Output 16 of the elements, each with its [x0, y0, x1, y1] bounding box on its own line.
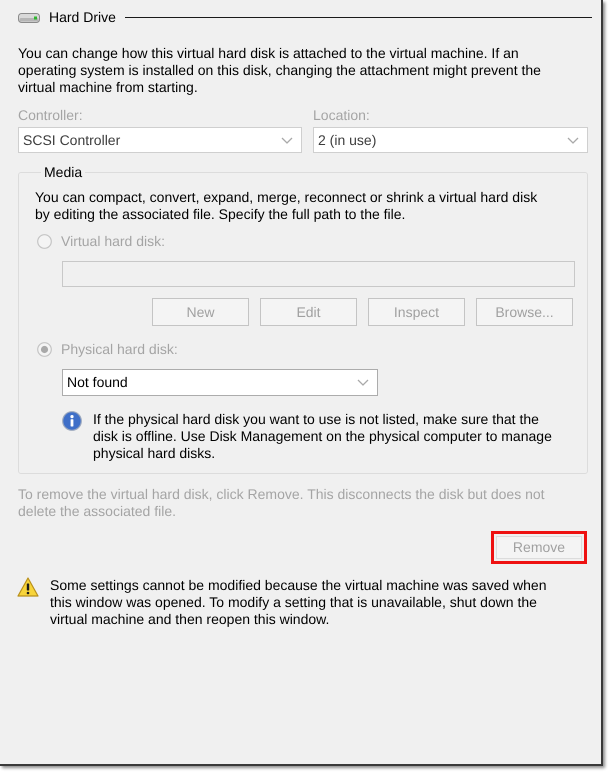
- group-title: Media: [43, 164, 84, 181]
- description-text: You can change how this virtual hard disk is attached to the virtual machine. If an operating system is installed on this disk, changing the attachment might prevent the virtual machine from starting.: [18, 45, 542, 96]
- info-text: If the physical hard disk you want to use is not listed, make sure that the disk is offline. Use Disk Management on the physical computer to manage physical hard disks.: [93, 411, 553, 462]
- dropdown[interactable]: Not found: [62, 369, 378, 396]
- info-icon: [62, 411, 82, 431]
- remove-note-text: To remove the virtual hard disk, click Remove. This disconnects the disk but does not delete the associated file.: [18, 486, 546, 520]
- description-text: You can compact, convert, expand, merge, reconnect or shrink a virtual hard disk by editing the associated file. Specify the full path to the file.: [35, 189, 538, 223]
- chevron-down-icon: [281, 136, 293, 144]
- section-title: Hard Drive: [49, 9, 116, 26]
- hard-drive-icon: [18, 12, 40, 22]
- chevron-down-icon: [357, 379, 369, 386]
- warning-text: Some settings cannot be modified because the virtual machine was saved when this window was opened. To modify a setting that is unavailable, shut down the virtual machine and then reopen this window.: [50, 577, 548, 628]
- chevron-down-icon: [567, 136, 579, 144]
- field-label: Location:: [313, 107, 370, 124]
- warning-icon: [17, 577, 39, 597]
- field-label: Controller:: [18, 107, 83, 124]
